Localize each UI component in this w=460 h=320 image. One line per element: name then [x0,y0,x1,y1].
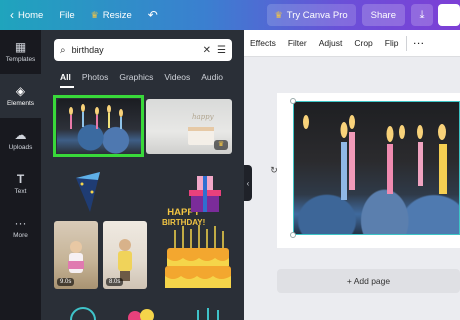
more-icon: ··· [14,216,27,230]
flip-button[interactable]: Flip [379,38,405,48]
uploads-icon: ☁ [14,128,27,142]
active-tab-indicator [60,86,74,88]
result-tabs: All Photos Graphics Videos Audio [60,72,223,82]
rail-item-elements[interactable]: ◈ Elements [0,74,41,118]
chevron-left-icon: ‹ [246,178,250,188]
file-menu-button[interactable]: File [51,0,82,30]
top-bar: ‹ Home File ♛ Resize ↶ ♛ Try Canva Pro S… [0,0,460,30]
tab-all[interactable]: All [60,72,71,82]
rail-item-more[interactable]: ··· More [0,206,41,250]
chevron-left-icon: ‹ [10,8,14,22]
duration-badge: 9.0s [57,278,75,286]
search-input[interactable]: ⌕ birthday ✕ ☰ [54,39,232,61]
party-horn-graphic[interactable] [70,170,106,216]
candles-illustration [303,115,447,200]
tab-videos[interactable]: Videos [164,72,190,82]
resize-label: Resize [102,9,132,21]
search-value: birthday [71,45,104,55]
avatar[interactable] [438,4,460,26]
birthday-cake-graphic[interactable] [163,220,233,292]
add-page-button[interactable]: + Add page [277,269,460,293]
file-label: File [59,9,75,21]
crown-icon: ♛ [214,140,228,150]
crown-icon: ♛ [90,9,99,20]
rail-item-label: Uploads [8,144,33,151]
home-label: Home [18,9,44,21]
effects-button[interactable]: Effects [244,38,282,48]
filter-button[interactable]: Filter [282,38,313,48]
tab-audio[interactable]: Audio [201,72,223,82]
rail-item-templates[interactable]: ▦ Templates [0,30,41,74]
more-options-icon[interactable]: ··· [409,38,425,48]
share-button[interactable]: Share [361,4,405,26]
search-icon: ⌕ [60,44,66,56]
svg-text:happy: happy [192,113,215,121]
rail-item-label: More [13,232,28,239]
video-girl-gift[interactable]: 9.0s [54,221,98,289]
toolbar-divider [406,35,408,51]
adjust-button[interactable]: Adjust [313,38,349,48]
filter-sliders-icon[interactable]: ☰ [217,45,226,56]
selected-result-highlight [53,95,144,157]
placed-cake-photo[interactable] [293,101,460,235]
tab-photos[interactable]: Photos [82,72,108,82]
rail-item-label: Elements [6,100,35,107]
download-button[interactable]: ⤓ [411,4,433,26]
share-label: Share [370,9,396,21]
rotate-icon[interactable]: ↻ [268,164,280,176]
gift-boxes-graphic[interactable] [185,170,221,216]
collapse-panel-button[interactable]: ‹ [244,165,252,201]
birthday-cake-photo[interactable]: happy ♛ [146,99,232,154]
resize-handle-top-left[interactable] [290,98,296,104]
undo-icon: ↶ [147,8,158,22]
rail-item-label: Text [14,188,27,195]
video-girl-balloon[interactable]: 8.0s [103,221,147,289]
rail-item-text[interactable]: T Text [0,162,41,206]
image-context-toolbar: Effects Filter Adjust Crop Flip ··· [244,30,460,57]
candles-graphic[interactable] [188,306,228,320]
resize-handle-bottom-left[interactable] [290,232,296,238]
text-icon: T [16,172,25,186]
duration-badge: 8.0s [106,278,124,286]
home-button[interactable]: ‹ Home [0,0,51,30]
templates-icon: ▦ [14,40,27,54]
crown-icon: ♛ [274,9,283,20]
undo-button[interactable]: ↶ [140,0,166,30]
download-icon: ⤓ [419,8,425,21]
resize-button[interactable]: ♛ Resize [83,0,140,30]
tab-graphics[interactable]: Graphics [119,72,153,82]
rail-item-label: Templates [5,56,36,63]
elements-icon: ◈ [15,84,26,98]
balloons-graphic[interactable] [121,306,161,320]
balloon-graphic[interactable] [63,306,103,320]
try-canva-pro-button[interactable]: ♛ Try Canva Pro [266,4,356,26]
try-pro-label: Try Canva Pro [286,9,348,21]
left-rail: ▦ Templates ◈ Elements ☁ Uploads T Text … [0,30,41,320]
clear-icon[interactable]: ✕ [203,45,211,56]
crop-button[interactable]: Crop [348,38,378,48]
rail-item-uploads[interactable]: ☁ Uploads [0,118,41,162]
elements-panel: ⌕ birthday ✕ ☰ All Photos Graphics Video… [41,30,244,320]
